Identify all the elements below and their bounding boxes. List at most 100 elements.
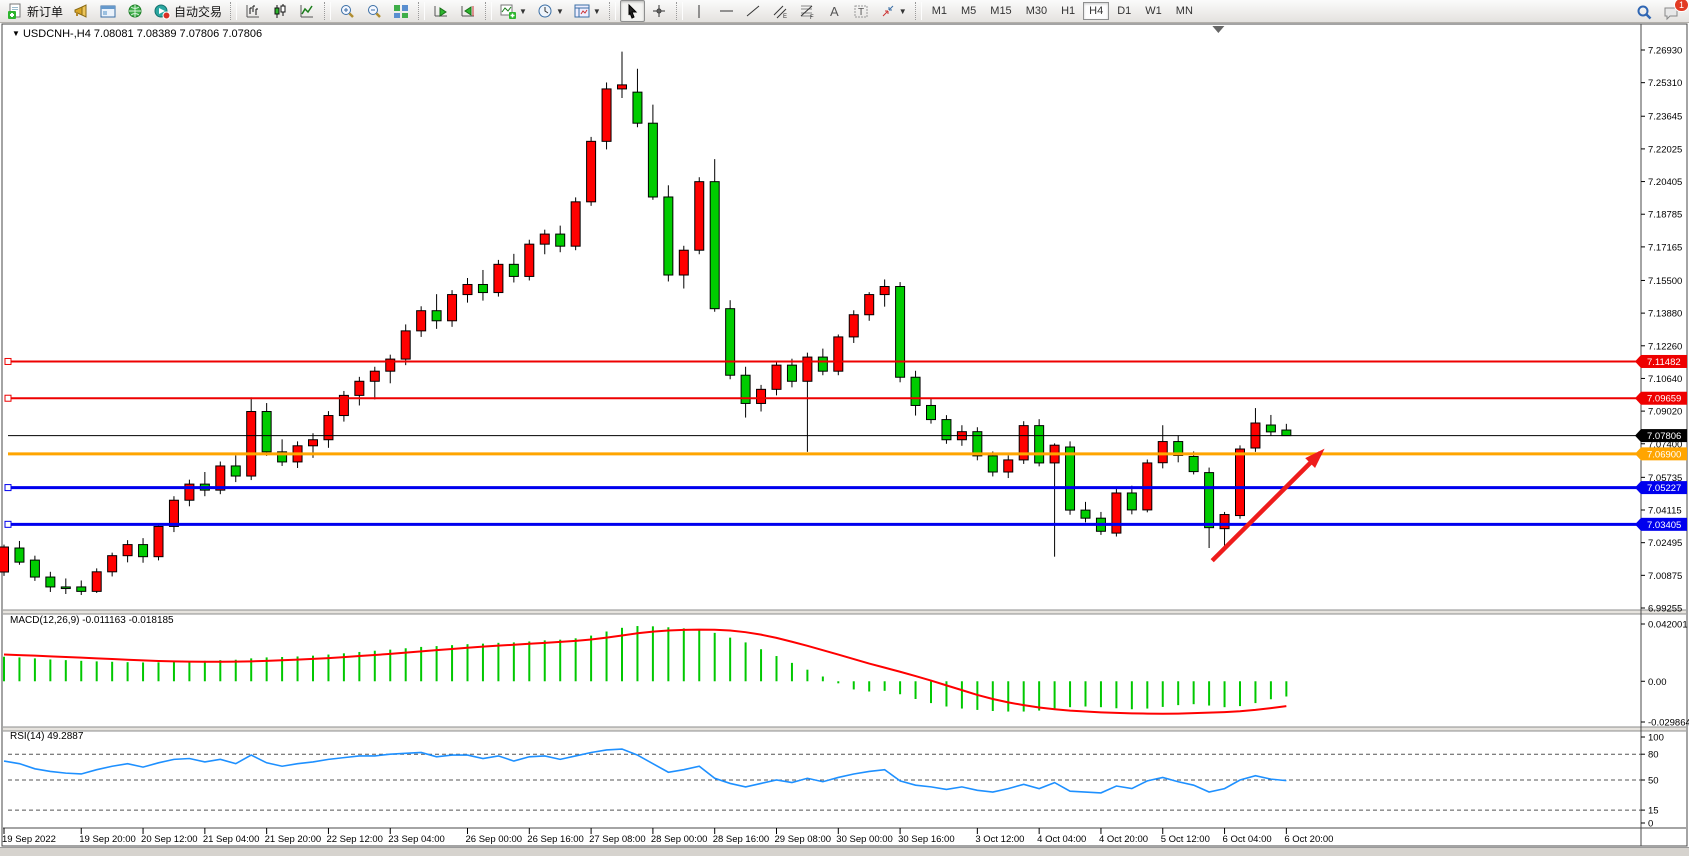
- candle-body[interactable]: [988, 456, 997, 472]
- candle-body[interactable]: [478, 284, 487, 292]
- candle-body[interactable]: [849, 315, 858, 337]
- market-watch-button[interactable]: [96, 0, 121, 22]
- candle-body[interactable]: [633, 92, 642, 123]
- candle-body[interactable]: [169, 500, 178, 526]
- timeframe-button-m15[interactable]: M15: [984, 2, 1017, 20]
- candle-body[interactable]: [262, 412, 271, 452]
- candle-body[interactable]: [1066, 447, 1075, 510]
- candle-body[interactable]: [1004, 460, 1013, 472]
- zoom-out-button[interactable]: [362, 0, 387, 22]
- tile-windows-button[interactable]: [389, 0, 414, 22]
- candle-body[interactable]: [46, 577, 55, 587]
- candle-body[interactable]: [355, 381, 364, 395]
- chart-canvas[interactable]: 7.269307.253107.236457.220257.204057.187…: [0, 23, 1689, 855]
- search-button[interactable]: [1632, 1, 1657, 23]
- candle-body[interactable]: [540, 234, 549, 244]
- line-chart-button[interactable]: [295, 0, 320, 22]
- timeframe-button-h4[interactable]: H4: [1083, 2, 1109, 20]
- candle-body[interactable]: [695, 182, 704, 251]
- candle-body[interactable]: [927, 405, 936, 419]
- candle-body[interactable]: [1205, 473, 1214, 528]
- candle-body[interactable]: [247, 412, 256, 477]
- candle-body[interactable]: [880, 287, 889, 295]
- candle-body[interactable]: [15, 548, 24, 562]
- candle-body[interactable]: [1189, 456, 1198, 471]
- candle-body[interactable]: [0, 547, 9, 572]
- line-handle[interactable]: [5, 521, 11, 527]
- chevron-down-icon[interactable]: ▼: [519, 7, 527, 16]
- candle-body[interactable]: [710, 182, 719, 309]
- candle-body[interactable]: [664, 197, 673, 275]
- chart-window[interactable]: 7.269307.253107.236457.220257.204057.187…: [0, 23, 1689, 855]
- vertical-line-button[interactable]: [687, 0, 712, 22]
- candle-body[interactable]: [108, 556, 117, 572]
- candle-body[interactable]: [1158, 442, 1167, 463]
- candle-body[interactable]: [1081, 510, 1090, 518]
- candle-body[interactable]: [818, 357, 827, 371]
- autotrading-button[interactable]: 自动交易: [150, 0, 226, 22]
- line-handle[interactable]: [5, 485, 11, 491]
- candle-body[interactable]: [432, 311, 441, 321]
- candle-body[interactable]: [525, 244, 534, 276]
- candle-body[interactable]: [865, 295, 874, 315]
- candle-body[interactable]: [726, 309, 735, 376]
- chevron-down-icon[interactable]: ▼: [899, 7, 907, 16]
- candle-body[interactable]: [231, 466, 240, 476]
- candle-body[interactable]: [448, 295, 457, 321]
- crosshair-button[interactable]: [647, 0, 672, 22]
- trendline-button[interactable]: [741, 0, 766, 22]
- candle-body[interactable]: [1266, 425, 1275, 432]
- candle-body[interactable]: [618, 85, 627, 89]
- candle-body[interactable]: [77, 587, 86, 591]
- periods-button[interactable]: ▼: [533, 0, 568, 22]
- candle-body[interactable]: [1112, 493, 1121, 533]
- chevron-down-icon[interactable]: ▼: [556, 7, 564, 16]
- chevron-down-icon[interactable]: ▼: [593, 7, 601, 16]
- timeframe-button-w1[interactable]: W1: [1139, 2, 1168, 20]
- horizontal-line-button[interactable]: [714, 0, 739, 22]
- candle-body[interactable]: [1236, 449, 1245, 516]
- timeframe-button-m30[interactable]: M30: [1020, 2, 1053, 20]
- candle-body[interactable]: [772, 365, 781, 389]
- cursor-button[interactable]: [620, 0, 645, 22]
- candle-body[interactable]: [324, 416, 333, 440]
- candle-body[interactable]: [370, 371, 379, 381]
- candle-body[interactable]: [896, 287, 905, 378]
- candle-body[interactable]: [602, 89, 611, 141]
- chart-menu-caret[interactable]: ▼: [12, 29, 20, 38]
- community-button[interactable]: [123, 0, 148, 22]
- line-handle[interactable]: [5, 395, 11, 401]
- candle-body[interactable]: [463, 284, 472, 294]
- candle-body[interactable]: [92, 572, 101, 592]
- candle-body[interactable]: [556, 234, 565, 246]
- candle-body[interactable]: [787, 365, 796, 381]
- auto-scroll-button[interactable]: [429, 0, 454, 22]
- indicators-button[interactable]: ▼: [496, 0, 531, 22]
- candle-body[interactable]: [309, 440, 318, 446]
- text-button[interactable]: A: [822, 0, 847, 22]
- candle-body[interactable]: [30, 560, 39, 577]
- chart-shift-button[interactable]: [456, 0, 481, 22]
- candle-body[interactable]: [61, 587, 70, 589]
- candle-body[interactable]: [509, 264, 518, 276]
- candle-body[interactable]: [571, 202, 580, 246]
- candle-body[interactable]: [679, 250, 688, 275]
- candle-body[interactable]: [123, 545, 132, 556]
- candle-body[interactable]: [1035, 426, 1044, 463]
- candle-body[interactable]: [494, 264, 503, 292]
- candle-body[interactable]: [587, 141, 596, 201]
- text-label-button[interactable]: T: [849, 0, 874, 22]
- candlestick-button[interactable]: [268, 0, 293, 22]
- candle-body[interactable]: [139, 545, 148, 557]
- candle-body[interactable]: [911, 377, 920, 405]
- pane-splitter[interactable]: [3, 610, 1686, 614]
- fibonacci-button[interactable]: F: [795, 0, 820, 22]
- templates-button[interactable]: ▼: [570, 0, 605, 22]
- candle-body[interactable]: [834, 337, 843, 371]
- timeframe-button-mn[interactable]: MN: [1170, 2, 1199, 20]
- timeframe-button-m5[interactable]: M5: [955, 2, 982, 20]
- candle-body[interactable]: [401, 331, 410, 359]
- candle-body[interactable]: [417, 311, 426, 331]
- pane-splitter[interactable]: [3, 727, 1686, 731]
- channel-button[interactable]: E: [768, 0, 793, 22]
